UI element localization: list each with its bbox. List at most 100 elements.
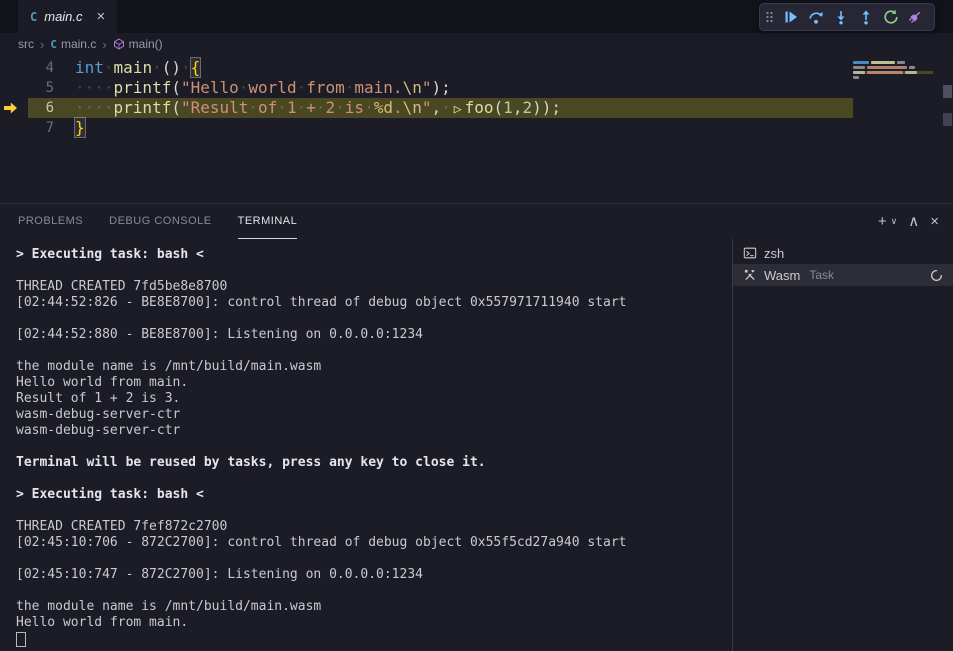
new-terminal-button[interactable]: +	[878, 214, 887, 229]
breadcrumb-item-label: main.c	[61, 37, 96, 51]
terminal-line	[16, 503, 732, 519]
terminal-line: wasm-debug-server-ctr	[16, 407, 732, 423]
task-busy-spinner-icon	[930, 269, 943, 282]
terminal-line: Hello world from main.	[16, 375, 732, 391]
terminal-line	[16, 263, 732, 279]
code-line-6: 6 ····printf("Result·of·1·+·2·is·%d.\n",·…	[0, 98, 953, 118]
terminal-cursor	[16, 632, 26, 647]
code-line-7: 7}	[0, 118, 953, 138]
c-file-icon: C	[30, 10, 37, 24]
terminal-dropdown-chevron-icon[interactable]: ∨	[891, 217, 898, 226]
terminal-line	[16, 471, 732, 487]
overview-ruler-mark	[943, 113, 952, 126]
line-number: 7	[28, 118, 54, 138]
terminal-name: Wasm	[764, 268, 800, 283]
breakpoint-gutter[interactable]	[0, 78, 28, 98]
drag-grip-icon[interactable]	[766, 9, 773, 25]
breadcrumb-item-src[interactable]: src	[18, 37, 34, 51]
editor[interactable]: 4 int·main·()·{ 5 ····printf("Hello·world·f…	[0, 55, 953, 203]
breadcrumb: src › Cmain.c › main()	[0, 33, 953, 55]
terminal-line: Terminal will be reused by tasks, press …	[16, 455, 732, 471]
line-number: 5	[28, 78, 54, 98]
terminal-line: Hello world from main.	[16, 615, 732, 631]
terminal-list-item-zsh[interactable]: zsh	[733, 242, 953, 264]
breadcrumb-item-main-c[interactable]: Cmain.c	[50, 37, 96, 51]
terminal-line: wasm-debug-server-ctr	[16, 423, 732, 439]
bottom-panel: PROBLEMS DEBUG CONSOLE TERMINAL + ∨ ∧ × > …	[0, 203, 953, 651]
breakpoint-gutter[interactable]	[0, 98, 28, 118]
breadcrumb-separator: ›	[40, 37, 44, 52]
code-line-body: 7}	[28, 118, 853, 138]
breakpoint-gutter[interactable]	[0, 58, 28, 78]
code-line-body: 5 ····printf("Hello·world·from·main.\n");	[28, 78, 853, 98]
terminal-line: [02:44:52:826 - BE8E8700]: control threa…	[16, 295, 732, 311]
panel-maximize-button[interactable]: ∧	[908, 214, 919, 229]
breadcrumb-item-main[interactable]: main()	[113, 37, 163, 51]
terminal-list-item-wasm[interactable]: Wasm Task	[733, 264, 953, 286]
code-line-body: 4 int·main·()·{	[28, 58, 853, 78]
breadcrumb-item-label: main()	[129, 37, 163, 51]
editor-lines: 4 int·main·()·{ 5 ····printf("Hello·world·f…	[0, 58, 953, 138]
step-into-button[interactable]	[828, 5, 853, 29]
terminal-line	[16, 551, 732, 567]
terminal-line: the module name is /mnt/build/main.wasm	[16, 359, 732, 375]
terminal-lines: > Executing task: bash < THREAD CREATED …	[16, 247, 732, 631]
breadcrumb-items: src › Cmain.c › main()	[18, 37, 163, 52]
editor-tab-bar: C main.c ×	[0, 0, 953, 33]
tools-icon	[743, 268, 757, 282]
continue-button[interactable]	[778, 5, 803, 29]
terminal-icon	[743, 246, 757, 260]
breakpoint-gutter[interactable]	[0, 118, 28, 138]
inline-run-icon: ▷	[454, 102, 462, 117]
code-text: ····printf("Result·of·1·+·2·is·%d.\n",·▷…	[75, 98, 561, 118]
symbol-method-icon	[113, 38, 125, 50]
terminal-line: > Executing task: bash <	[16, 247, 732, 263]
panel-tab-debug-console[interactable]: DEBUG CONSOLE	[109, 204, 211, 239]
terminal-type-label: Task	[809, 268, 834, 282]
code-line-body: 6 ····printf("Result·of·1·+·2·is·%d.\n",·…	[28, 98, 853, 118]
breadcrumb-separator: ›	[102, 37, 106, 52]
panel-close-button[interactable]: ×	[930, 214, 939, 229]
breadcrumb-item-label: src	[18, 37, 34, 51]
terminal-line	[16, 439, 732, 455]
terminal-line: Result of 1 + 2 is 3.	[16, 391, 732, 407]
debug-toolbar	[759, 3, 935, 31]
terminal-line: [02:45:10:747 - 872C2700]: Listening on …	[16, 567, 732, 583]
panel-body: > Executing task: bash < THREAD CREATED …	[0, 239, 953, 651]
tab-close-icon[interactable]: ×	[97, 8, 106, 25]
step-over-button[interactable]	[803, 5, 828, 29]
terminal-line	[16, 343, 732, 359]
debug-current-line-arrow-icon	[4, 103, 17, 114]
line-number: 6	[28, 98, 54, 118]
code-text: }	[75, 118, 85, 138]
code-line-5: 5 ····printf("Hello·world·from·main.\n");	[0, 78, 953, 98]
code-text: ····printf("Hello·world·from·main.\n");	[75, 78, 451, 98]
terminal-line	[16, 583, 732, 599]
terminal-line: [02:45:10:706 - 872C2700]: control threa…	[16, 535, 732, 551]
terminal-line	[16, 311, 732, 327]
terminal-line: the module name is /mnt/build/main.wasm	[16, 599, 732, 615]
panel-tab-terminal[interactable]: TERMINAL	[238, 204, 298, 239]
panel-header: PROBLEMS DEBUG CONSOLE TERMINAL + ∨ ∧ ×	[0, 204, 953, 239]
vscode-window: C main.c × src›Cmain.c›main() 4int·main·…	[0, 0, 953, 647]
restart-button[interactable]	[878, 5, 903, 29]
terminal-line: > Executing task: bash <	[16, 487, 732, 503]
tab-label: main.c	[44, 9, 82, 24]
terminal-line: THREAD CREATED 7fd5be8e8700	[16, 279, 732, 295]
minimap[interactable]	[853, 61, 939, 81]
panel-actions: + ∨ ∧ ×	[878, 214, 939, 229]
disconnect-button[interactable]	[903, 5, 928, 29]
overview-ruler-mark	[943, 85, 952, 98]
panel-tab-problems[interactable]: PROBLEMS	[18, 204, 83, 239]
tab-main-c[interactable]: C main.c ×	[18, 0, 117, 33]
line-number: 4	[28, 58, 54, 78]
terminal-name: zsh	[764, 246, 784, 261]
c-file-icon: C	[50, 38, 57, 51]
step-out-button[interactable]	[853, 5, 878, 29]
terminal-output[interactable]: > Executing task: bash < THREAD CREATED …	[0, 239, 732, 651]
code-line-4: 4 int·main·()·{	[0, 58, 953, 78]
code-text: int·main·()·{	[75, 58, 200, 78]
panel-tabs: PROBLEMS DEBUG CONSOLE TERMINAL	[18, 204, 297, 239]
debug-toolbar-buttons	[778, 5, 928, 29]
terminal-line: [02:44:52:880 - BE8E8700]: Listening on …	[16, 327, 732, 343]
